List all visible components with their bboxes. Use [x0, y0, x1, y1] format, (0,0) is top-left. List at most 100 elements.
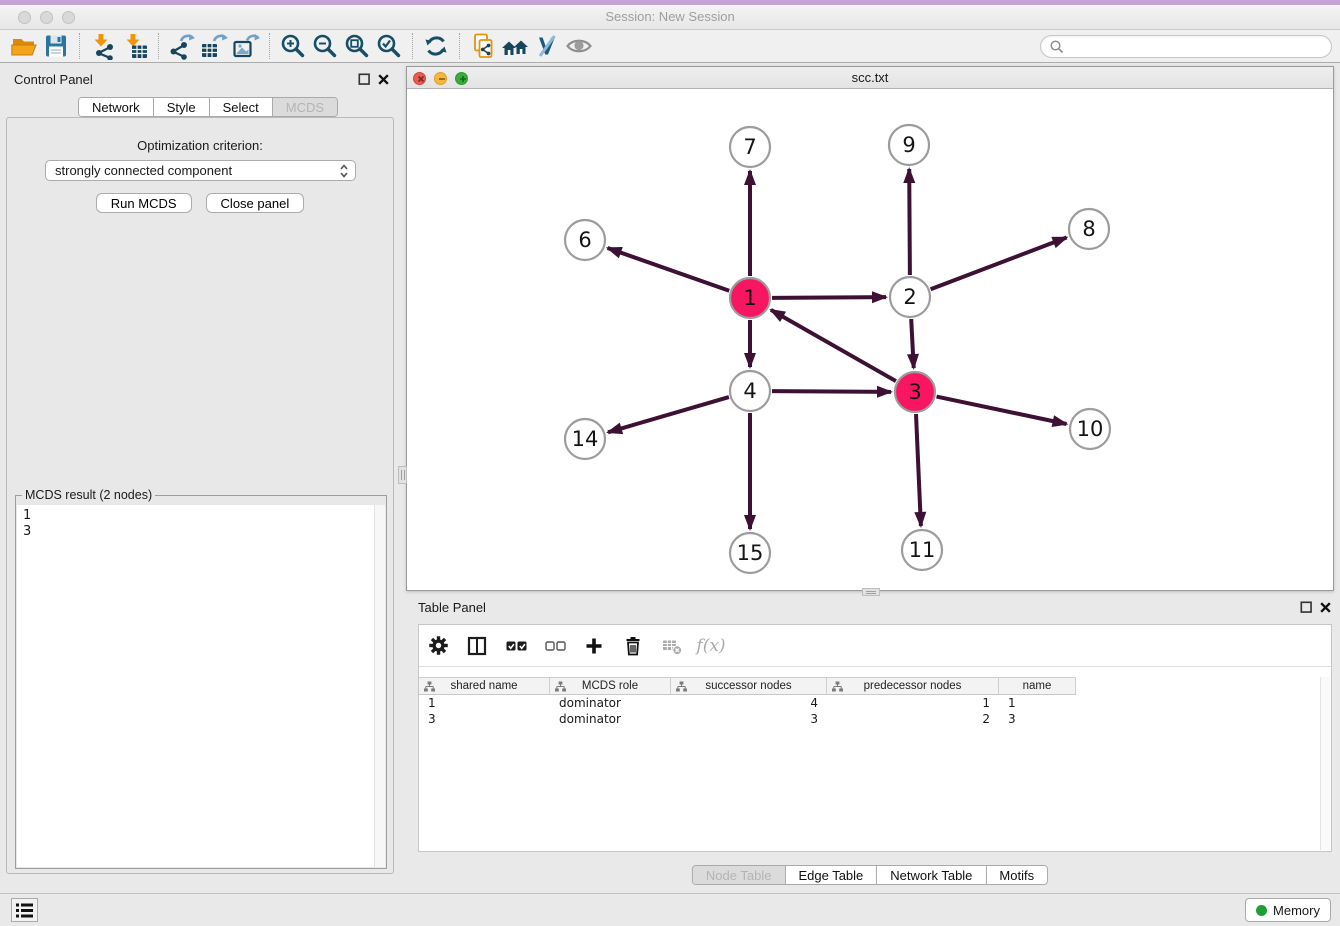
column-header-predecessor-nodes[interactable]: predecessor nodes — [827, 678, 999, 694]
zoom-out-button[interactable] — [309, 31, 341, 61]
graph-node-11[interactable]: 11 — [902, 530, 942, 570]
export-table-button[interactable] — [198, 31, 230, 61]
column-header-name[interactable]: name — [999, 678, 1076, 694]
column-header-successor-nodes[interactable]: successor nodes — [671, 678, 827, 694]
graph-edge-3-11[interactable] — [916, 414, 921, 526]
graph-node-7[interactable]: 7 — [730, 127, 770, 167]
table-cell[interactable]: 1 — [419, 696, 550, 712]
graph-edge-1-6[interactable] — [608, 248, 730, 291]
graph-node-10[interactable]: 10 — [1070, 409, 1110, 449]
show-hide-button[interactable] — [563, 31, 595, 61]
graph-edge-3-1[interactable] — [771, 310, 896, 381]
tab-select[interactable]: Select — [209, 98, 272, 116]
table-cell[interactable]: 3 — [419, 712, 550, 728]
table-cell[interactable]: dominator — [550, 712, 671, 728]
graph-edge-1-2[interactable] — [772, 297, 886, 298]
graph-node-2[interactable]: 2 — [890, 277, 930, 317]
graph-edge-4-3[interactable] — [772, 391, 891, 392]
table-settings-button[interactable] — [427, 635, 449, 657]
trash-icon — [623, 636, 643, 656]
table-cell[interactable]: 3 — [999, 712, 1076, 728]
network-window-titlebar[interactable]: scc.txt — [407, 67, 1333, 89]
graph-node-8[interactable]: 8 — [1069, 209, 1109, 249]
mcds-result-text: 1 3 — [17, 505, 385, 540]
task-history-button[interactable] — [11, 898, 38, 922]
vertical-split-grip[interactable] — [398, 466, 407, 484]
graph-node-4[interactable]: 4 — [730, 371, 770, 411]
optimization-select[interactable]: strongly connected component — [45, 160, 356, 181]
columns-icon — [467, 636, 487, 656]
tab-mcds[interactable]: MCDS — [272, 98, 337, 116]
import-table-button[interactable] — [119, 31, 151, 61]
list-icon — [16, 903, 33, 918]
table-cell[interactable]: 1 — [999, 696, 1076, 712]
graph-node-6[interactable]: 6 — [565, 220, 605, 260]
import-network-button[interactable] — [87, 31, 119, 61]
graph-edge-3-10[interactable] — [937, 397, 1067, 424]
close-panel-button[interactable]: Close panel — [206, 193, 305, 213]
tab-node-table[interactable]: Node Table — [693, 866, 785, 884]
run-mcds-button[interactable]: Run MCDS — [96, 193, 192, 213]
graph-node-9[interactable]: 9 — [889, 125, 929, 165]
table-cell[interactable]: 3 — [671, 712, 827, 728]
column-header-shared-name[interactable]: shared name — [419, 678, 550, 694]
table-cell[interactable]: dominator — [550, 696, 671, 712]
memory-button[interactable]: Memory — [1245, 898, 1331, 922]
export-network-button[interactable] — [166, 31, 198, 61]
mcds-result-area[interactable]: 1 3 — [17, 505, 385, 867]
delete-column-button[interactable] — [622, 635, 644, 657]
save-session-button[interactable] — [40, 31, 72, 61]
column-header-MCDS-role[interactable]: MCDS role — [550, 678, 671, 694]
table-cell[interactable]: 4 — [671, 696, 827, 712]
search-input[interactable] — [1064, 39, 1323, 53]
table-scrollbar[interactable] — [1320, 677, 1330, 850]
save-icon — [42, 32, 70, 60]
svg-text:1: 1 — [743, 286, 756, 310]
zoom-selected-button[interactable] — [373, 31, 405, 61]
svg-text:14: 14 — [572, 427, 599, 451]
open-session-button[interactable] — [8, 31, 40, 61]
float-panel-icon[interactable] — [358, 73, 371, 86]
float-panel-icon[interactable] — [1300, 601, 1313, 614]
table-row[interactable]: 1dominator411 — [419, 696, 1321, 712]
tab-edge-table[interactable]: Edge Table — [784, 866, 876, 884]
add-column-button[interactable] — [583, 635, 605, 657]
delete-table-button[interactable] — [661, 635, 683, 657]
deselect-all-button[interactable] — [544, 635, 566, 657]
graph-edge-2-9[interactable] — [909, 169, 910, 275]
graph-node-1[interactable]: 1 — [730, 278, 770, 318]
close-panel-icon[interactable] — [1319, 601, 1332, 614]
tab-style[interactable]: Style — [153, 98, 209, 116]
control-panel-tabs: NetworkStyleSelectMCDS — [78, 97, 338, 117]
tab-motifs[interactable]: Motifs — [985, 866, 1047, 884]
close-panel-icon[interactable] — [377, 73, 390, 86]
show-columns-button[interactable] — [466, 635, 488, 657]
horizontal-split-grip[interactable] — [862, 588, 880, 596]
result-scrollbar[interactable] — [374, 505, 385, 867]
export-image-button[interactable] — [230, 31, 262, 61]
graph-node-15[interactable]: 15 — [730, 533, 770, 573]
zoom-in-button[interactable] — [277, 31, 309, 61]
graph-node-3[interactable]: 3 — [895, 372, 935, 412]
function-builder-button[interactable]: f(x) — [700, 635, 722, 657]
first-neighbors-button[interactable] — [499, 31, 531, 61]
table-cell[interactable]: 2 — [827, 712, 999, 728]
table-row[interactable]: 3dominator323 — [419, 712, 1321, 728]
zoom-out-icon — [311, 32, 339, 60]
select-all-button[interactable] — [505, 635, 527, 657]
apply-layout-button[interactable] — [420, 31, 452, 61]
toolbar-separator — [269, 33, 270, 59]
graph-edge-2-3[interactable] — [911, 319, 914, 368]
clone-network-button[interactable] — [467, 31, 499, 61]
tab-network[interactable]: Network — [79, 98, 153, 116]
zoom-fit-button[interactable] — [341, 31, 373, 61]
control-panel-header: Control Panel — [0, 63, 400, 93]
graph-node-14[interactable]: 14 — [565, 419, 605, 459]
table-cell[interactable]: 1 — [827, 696, 999, 712]
network-canvas[interactable]: 7 9 6 8 1 2 4 3 14 10 15 11 — [407, 89, 1333, 590]
vizmapper-button[interactable] — [531, 31, 563, 61]
graph-edge-4-14[interactable] — [608, 397, 729, 432]
tab-network-table[interactable]: Network Table — [876, 866, 985, 884]
search-box[interactable] — [1040, 35, 1332, 58]
graph-edge-2-8[interactable] — [931, 238, 1067, 290]
